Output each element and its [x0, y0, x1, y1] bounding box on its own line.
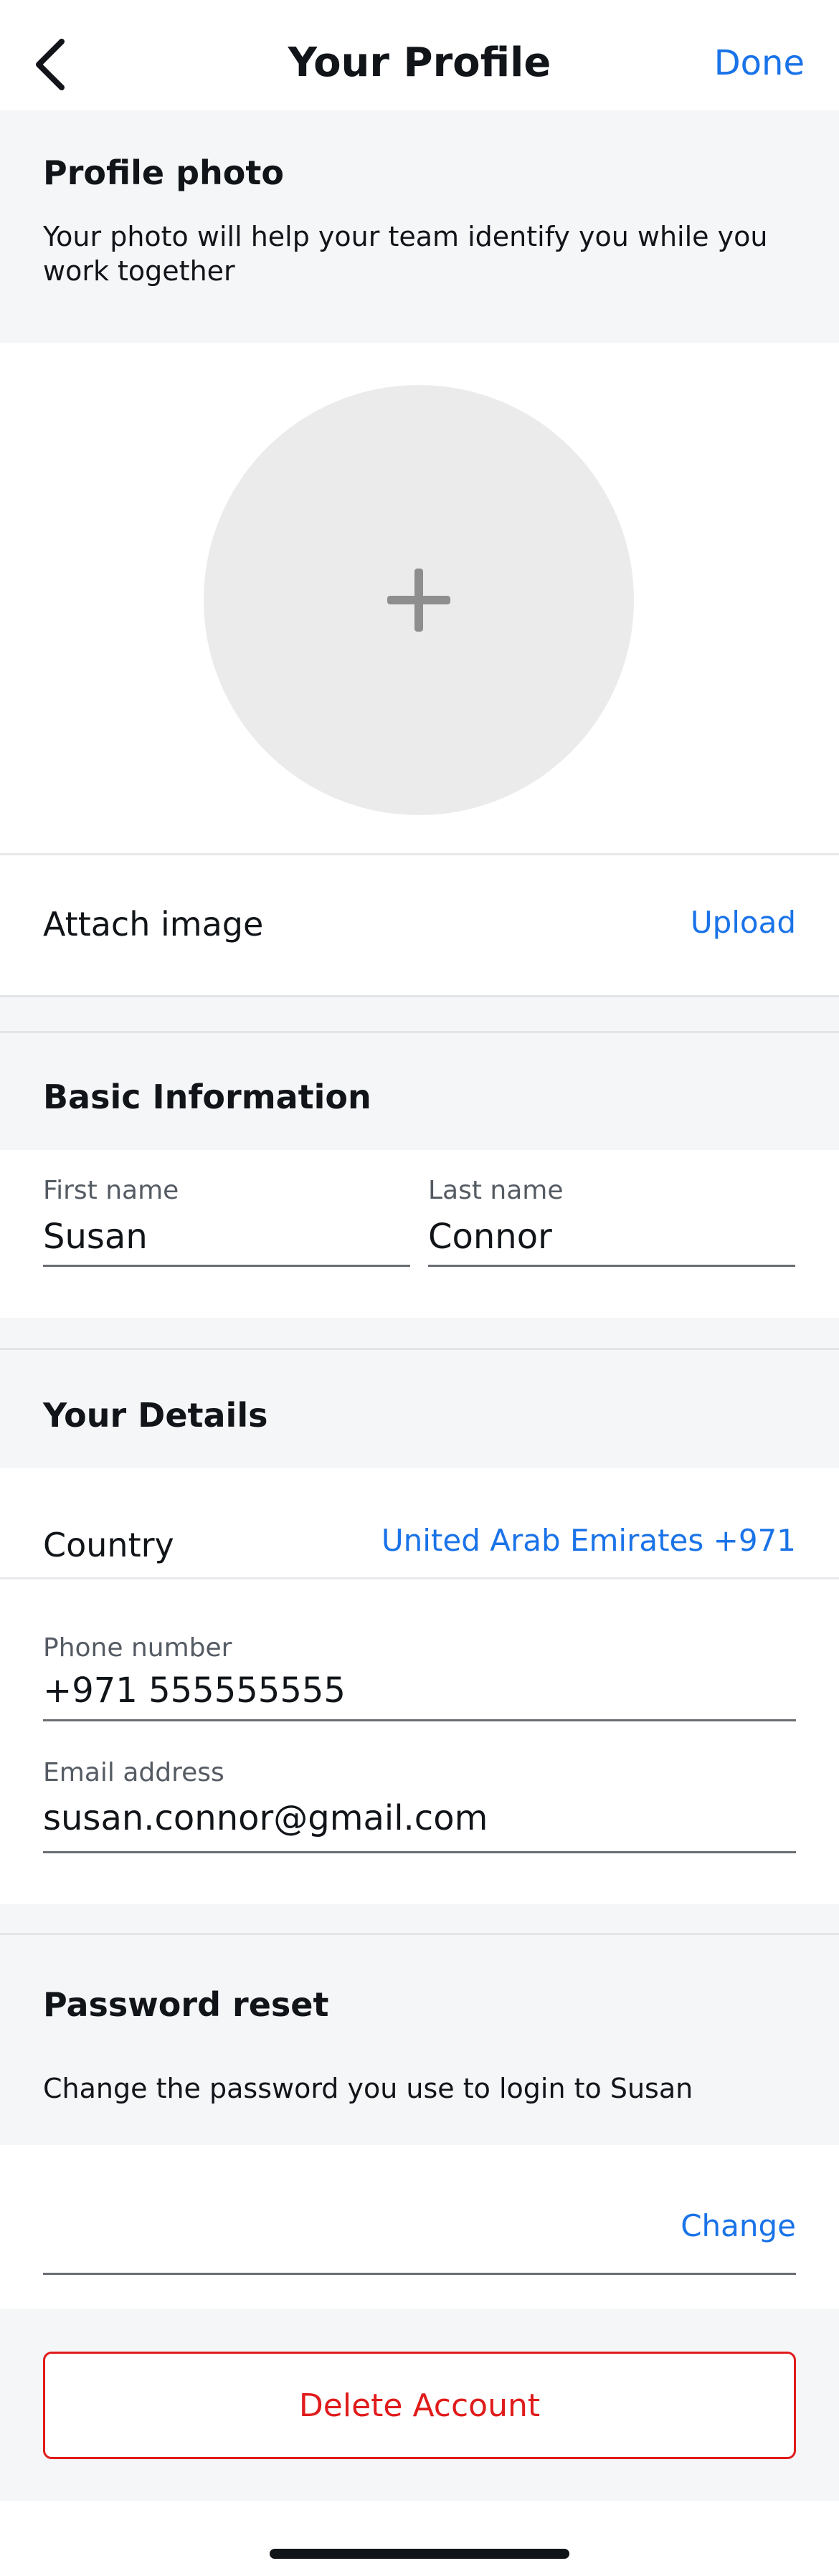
profile-photo-description: Your photo will help your team identify … [43, 221, 768, 287]
add-photo-button[interactable] [204, 385, 634, 815]
delete-account-button[interactable]: Delete Account [43, 2352, 796, 2459]
phone-underline [43, 1719, 796, 1721]
basic-info-section: Basic Information [0, 1031, 839, 1150]
plus-icon [387, 569, 450, 632]
upload-button[interactable]: Upload [691, 905, 796, 940]
profile-photo-heading: Profile photo [43, 153, 284, 192]
change-password-button[interactable]: Change [681, 2208, 796, 2243]
email-label: Email address [43, 1758, 224, 1787]
first-name-underline [43, 1265, 410, 1267]
last-name-underline [428, 1265, 795, 1267]
done-button[interactable]: Done [714, 37, 805, 89]
phone-label: Phone number [43, 1633, 232, 1663]
password-reset-heading: Password reset [43, 1985, 329, 2024]
country-label: Country [43, 1526, 174, 1564]
divider [0, 1577, 839, 1579]
basic-info-heading: Basic Information [43, 1078, 371, 1116]
nav-bar: Your Profile Done [0, 0, 839, 110]
page-title: Your Profile [288, 39, 551, 86]
first-name-field[interactable]: Susan [43, 1217, 148, 1257]
your-details-section: Your Details [0, 1348, 839, 1468]
last-name-label: Last name [428, 1176, 564, 1205]
country-selector[interactable]: United Arab Emirates +971 [381, 1523, 796, 1558]
password-reset-description: Change the password you use to login to … [43, 2073, 693, 2104]
home-indicator [270, 2549, 569, 2559]
divider [0, 853, 839, 855]
section-spacer [0, 995, 839, 1031]
password-reset-section: Password reset Change the password you u… [0, 1933, 839, 2145]
password-underline [43, 2273, 796, 2275]
email-underline [43, 1851, 796, 1853]
last-name-field[interactable]: Connor [428, 1217, 552, 1257]
attach-image-label: Attach image [43, 905, 264, 944]
profile-photo-section: Profile photo Your photo will help your … [0, 110, 839, 343]
your-details-heading: Your Details [43, 1396, 268, 1435]
first-name-label: First name [43, 1176, 179, 1205]
phone-field[interactable]: +971 555555555 [43, 1670, 346, 1711]
email-field[interactable]: susan.connor@gmail.com [43, 1798, 488, 1838]
